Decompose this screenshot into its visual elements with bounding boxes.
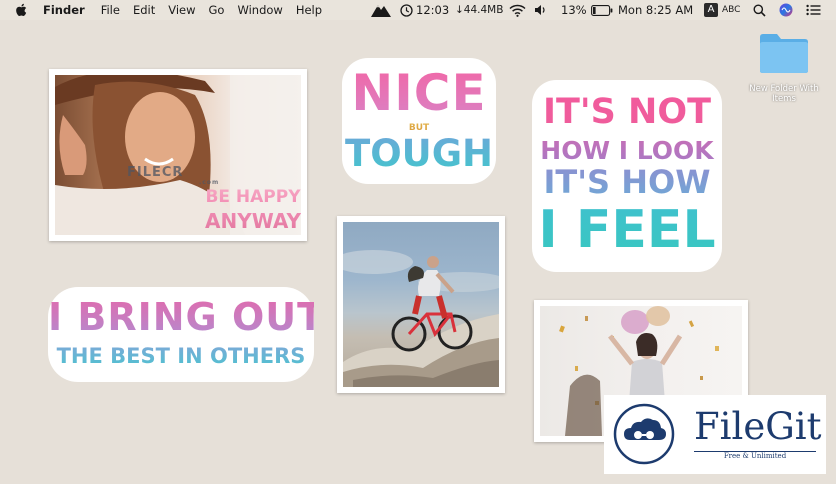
menu-help[interactable]: Help (296, 3, 322, 17)
mountain-app-icon[interactable] (370, 0, 392, 20)
clock-icon (400, 3, 413, 17)
photo-watermark-sub: .com (199, 179, 220, 186)
menu-finder[interactable]: Finder (43, 3, 85, 17)
sticker-happy-girl[interactable]: FILECR .com BE HAPPY ANYWAY (49, 69, 307, 241)
sticker-how-i-feel[interactable]: IT'S NOT HOW I LOOK IT'S HOW I FEEL (532, 80, 722, 272)
sticker-nice-but-tough[interactable]: NICE BUT TOUGH (342, 58, 496, 184)
list-icon[interactable] (806, 0, 821, 20)
filegit-brand: FileGit (694, 405, 822, 448)
input-badge: A (704, 3, 718, 17)
photo-watermark: FILECR .com (127, 165, 220, 186)
datetime[interactable]: Mon 8:25 AM (618, 0, 693, 20)
menu-go[interactable]: Go (209, 3, 225, 17)
battery-icon (590, 4, 613, 16)
input-source-label: ABC (722, 5, 741, 15)
folder-icon (758, 34, 810, 79)
anyway-text: ANYWAY (205, 209, 301, 233)
sticker-cyclist[interactable] (337, 216, 505, 393)
menu-file[interactable]: File (101, 3, 120, 17)
cloud-logo-icon (613, 403, 675, 465)
how-i-look-text: HOW I LOOK (532, 136, 722, 165)
wifi-icon[interactable] (509, 0, 526, 20)
apple-icon[interactable] (15, 3, 29, 17)
cyclist-photo (343, 222, 499, 387)
menu-window[interactable]: Window (237, 3, 282, 17)
its-how-text: IT'S HOW (532, 163, 722, 201)
i-feel-text: I FEEL (532, 200, 722, 260)
best-in-others-text: THE BEST IN OTHERS (48, 344, 314, 368)
clock-time: 12:03 (416, 3, 450, 17)
battery-percent: 13% (561, 3, 587, 17)
nice-text: NICE (342, 64, 496, 122)
clock-status[interactable]: 12:03 (400, 0, 449, 20)
folder-label[interactable]: New Folder With Items (738, 84, 830, 104)
battery-status[interactable]: 13% (561, 0, 613, 20)
volume-icon[interactable] (534, 0, 547, 20)
filegit-tagline: Free & Unlimited (723, 452, 787, 460)
menu-edit[interactable]: Edit (133, 3, 155, 17)
menu-view[interactable]: View (168, 3, 195, 17)
spotlight-icon[interactable] (753, 0, 766, 20)
be-happy-text: BE HAPPY (205, 187, 301, 207)
i-bring-out-text: I BRING OUT (48, 295, 325, 339)
desktop-folder[interactable] (758, 31, 810, 75)
siri-icon[interactable] (779, 0, 793, 20)
tough-text: TOUGH (342, 132, 496, 175)
filegit-watermark: FileGit Free & Unlimited (604, 395, 826, 474)
girl-photo: FILECR .com BE HAPPY ANYWAY (55, 75, 301, 235)
sticker-bring-out-best[interactable]: I BRING OUT THE BEST IN OTHERS (48, 287, 325, 382)
datetime-text: Mon 8:25 AM (618, 3, 694, 17)
network-speed-text: ↓44.4MB (455, 4, 504, 16)
input-source[interactable]: A ABC (704, 0, 740, 20)
its-not-text: IT'S NOT (532, 92, 722, 132)
network-speed[interactable]: ↓44.4MB (455, 0, 503, 20)
